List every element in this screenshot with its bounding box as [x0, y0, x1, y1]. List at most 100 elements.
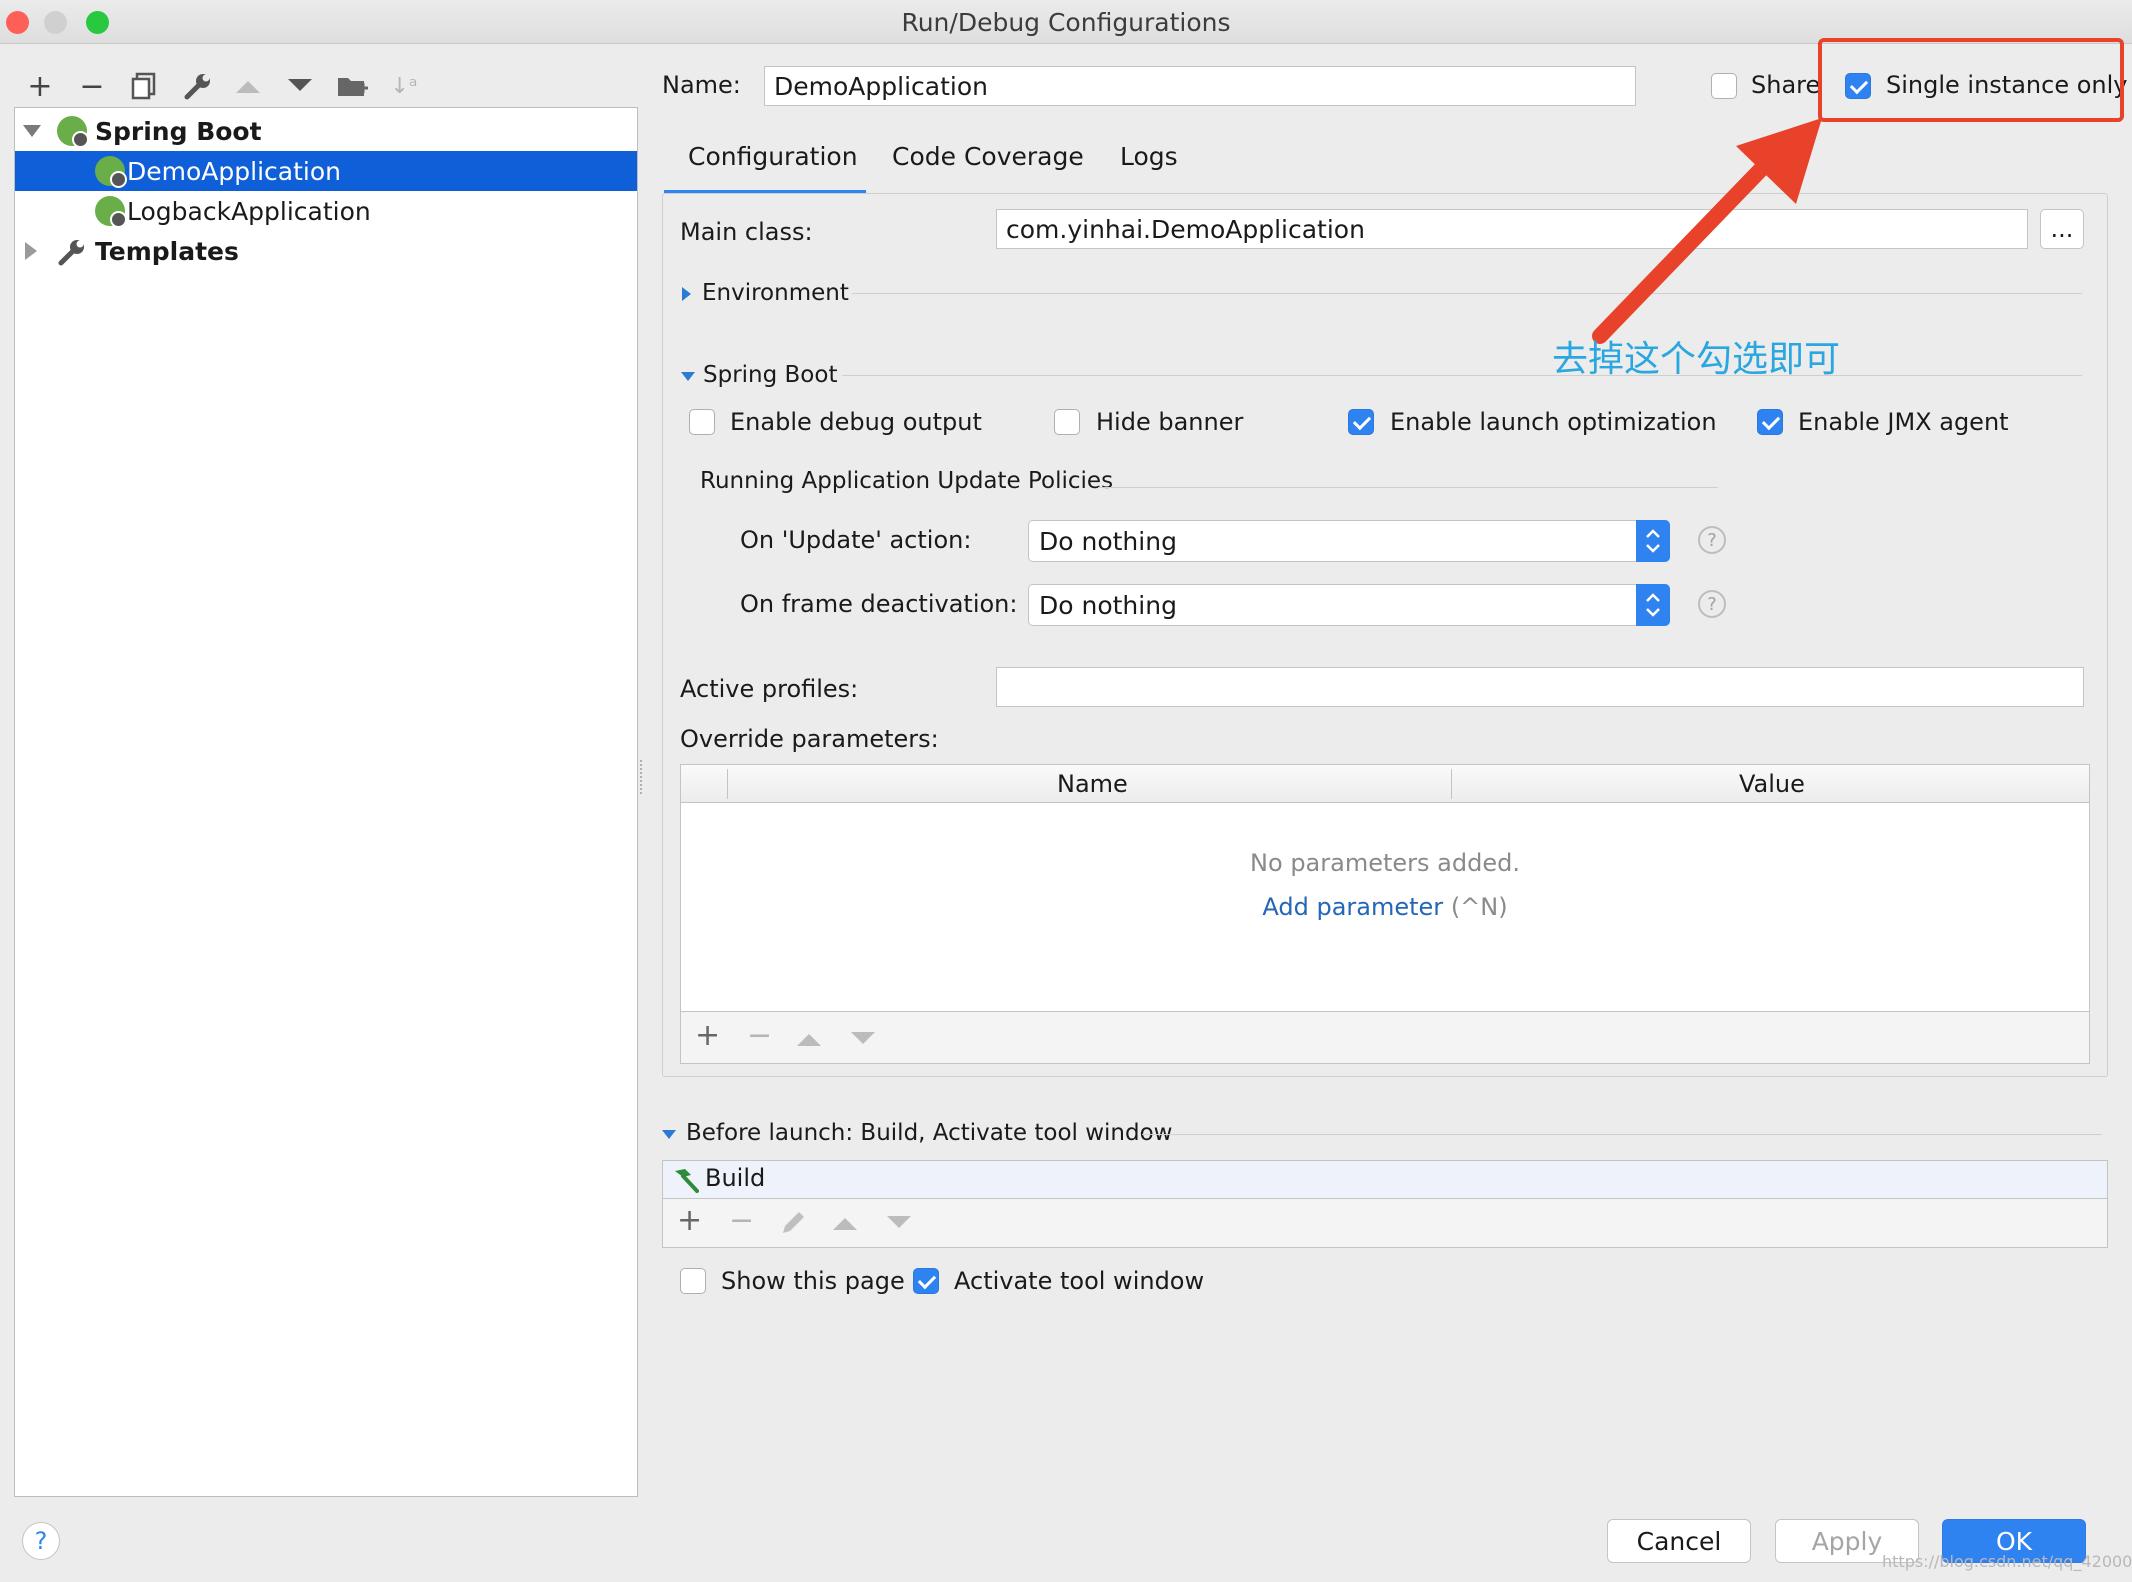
cancel-button[interactable]: Cancel	[1607, 1519, 1751, 1563]
build-task-row[interactable]: Build	[663, 1161, 2107, 1199]
show-this-page-label: Show this page	[721, 1267, 905, 1295]
main-class-value: com.yinhai.DemoApplication	[1006, 214, 1365, 244]
share-checkbox[interactable]	[1711, 73, 1737, 99]
table-toolbar: + −	[681, 1011, 2089, 1063]
spring-boot-app-icon	[95, 196, 127, 228]
column-divider	[1451, 769, 1452, 799]
move-up-icon[interactable]	[797, 1032, 821, 1046]
move-down-icon[interactable]	[887, 1216, 911, 1230]
override-parameters-table: Name Value No parameters added. Add para…	[680, 764, 2090, 1064]
collapsed-caret-icon[interactable]	[25, 242, 37, 260]
enable-jmx-agent-label: Enable JMX agent	[1798, 408, 2009, 436]
wrench-icon[interactable]	[180, 68, 216, 104]
select-stepper-icon	[1636, 520, 1670, 562]
splitter-handle[interactable]	[640, 760, 644, 794]
move-up-icon[interactable]	[230, 68, 266, 104]
on-frame-select[interactable]: Do nothing	[1028, 584, 1670, 626]
enable-launch-optimization-checkbox[interactable]	[1348, 409, 1374, 435]
column-divider	[727, 769, 728, 799]
watermark-text: https://blog.csdn.net/qq_42000007	[1882, 1552, 2132, 1571]
name-input[interactable]: DemoApplication	[764, 66, 1636, 106]
copy-icon[interactable]	[126, 68, 162, 104]
empty-table-text: No parameters added.	[1250, 849, 1520, 877]
add-parameter-link[interactable]: Add parameter	[1262, 893, 1443, 921]
column-header-value[interactable]: Value	[1739, 770, 1805, 798]
enable-launch-optimization-label: Enable launch optimization	[1390, 408, 1717, 436]
tab-code-coverage[interactable]: Code Coverage	[892, 142, 1084, 171]
table-header: Name Value	[681, 765, 2089, 803]
tree-label-templates: Templates	[95, 236, 239, 266]
activate-tool-window-label: Activate tool window	[954, 1267, 1205, 1295]
move-up-icon[interactable]	[833, 1216, 857, 1230]
browse-label: ...	[2050, 215, 2074, 243]
main-class-input[interactable]: com.yinhai.DemoApplication	[996, 209, 2028, 249]
tree-label-spring-boot: Spring Boot	[95, 116, 262, 146]
tree-item-demo-application[interactable]: DemoApplication	[15, 151, 637, 191]
before-launch-divider	[1142, 1134, 2102, 1135]
help-button-label: ?	[34, 1527, 48, 1555]
tree-node-templates[interactable]: Templates	[15, 231, 637, 271]
on-update-value: Do nothing	[1039, 526, 1177, 556]
wrench-icon	[58, 240, 84, 266]
before-launch-collapse-icon[interactable]	[662, 1130, 676, 1139]
new-folder-icon[interactable]	[334, 68, 370, 104]
show-this-page-checkbox[interactable]	[680, 1268, 706, 1294]
spring-boot-icon	[57, 116, 89, 148]
build-task-label: Build	[705, 1164, 766, 1192]
active-profiles-input[interactable]	[996, 667, 2084, 707]
configuration-tree: Spring Boot DemoApplication LogbackAppli…	[14, 107, 638, 1497]
enable-debug-output-checkbox[interactable]	[689, 409, 715, 435]
annotation-text: 去掉这个勾选即可	[1552, 339, 1841, 380]
activate-tool-window-checkbox[interactable]	[913, 1268, 939, 1294]
column-header-name[interactable]: Name	[1057, 770, 1128, 798]
tree-item-label: DemoApplication	[127, 156, 341, 186]
add-icon[interactable]: +	[22, 68, 58, 104]
before-launch-toolbar: + −	[663, 1199, 2107, 1247]
environment-divider	[852, 293, 2082, 294]
environment-label[interactable]: Environment	[702, 280, 849, 306]
before-launch-label[interactable]: Before launch: Build, Activate tool wind…	[686, 1120, 1172, 1146]
help-icon[interactable]: ?	[1698, 590, 1726, 618]
move-down-icon[interactable]	[851, 1032, 875, 1046]
select-stepper-icon	[1636, 584, 1670, 626]
remove-parameter-icon[interactable]: −	[747, 1018, 772, 1053]
expand-caret-icon[interactable]	[23, 125, 41, 137]
tree-item-label: LogbackApplication	[127, 196, 371, 226]
tab-logs[interactable]: Logs	[1120, 142, 1178, 171]
spring-boot-collapse-icon[interactable]	[681, 372, 695, 381]
on-update-label: On 'Update' action:	[740, 526, 972, 554]
share-label: Share	[1751, 71, 1821, 99]
apply-button-label: Apply	[1811, 1526, 1883, 1556]
tab-configuration[interactable]: Configuration	[688, 142, 858, 171]
cancel-button-label: Cancel	[1636, 1526, 1722, 1556]
window-title: Run/Debug Configurations	[901, 8, 1231, 37]
add-parameter-icon[interactable]: +	[695, 1018, 720, 1053]
tree-item-logback-application[interactable]: LogbackApplication	[15, 191, 637, 231]
add-task-icon[interactable]: +	[677, 1203, 702, 1238]
remove-task-icon[interactable]: −	[729, 1203, 754, 1238]
update-policies-divider	[1098, 487, 1718, 488]
help-icon[interactable]: ?	[1698, 526, 1726, 554]
enable-debug-output-label: Enable debug output	[730, 408, 982, 436]
environment-expand-icon[interactable]	[682, 287, 691, 301]
add-parameter-row: Add parameter (^N)	[681, 893, 2089, 921]
sort-icon[interactable]: ↓ᵃ	[386, 68, 422, 104]
on-frame-value: Do nothing	[1039, 590, 1177, 620]
title-bar: Run/Debug Configurations	[0, 0, 2132, 44]
on-update-select[interactable]: Do nothing	[1028, 520, 1670, 562]
enable-jmx-agent-checkbox[interactable]	[1757, 409, 1783, 435]
edit-pencil-icon[interactable]	[779, 1209, 807, 1237]
spring-boot-section-label[interactable]: Spring Boot	[703, 362, 837, 388]
hide-banner-label: Hide banner	[1096, 408, 1244, 436]
main-class-label: Main class:	[680, 218, 813, 246]
browse-main-class-button[interactable]: ...	[2040, 209, 2084, 249]
spring-boot-app-icon	[95, 156, 127, 188]
update-policies-label: Running Application Update Policies	[700, 468, 1114, 494]
hide-banner-checkbox[interactable]	[1054, 409, 1080, 435]
remove-icon[interactable]: −	[74, 68, 110, 104]
name-input-value: DemoApplication	[774, 71, 988, 101]
add-parameter-shortcut: (^N)	[1450, 893, 1508, 921]
tree-node-spring-boot[interactable]: Spring Boot	[15, 111, 637, 151]
help-button[interactable]: ?	[22, 1522, 60, 1560]
move-down-icon[interactable]	[282, 68, 318, 104]
